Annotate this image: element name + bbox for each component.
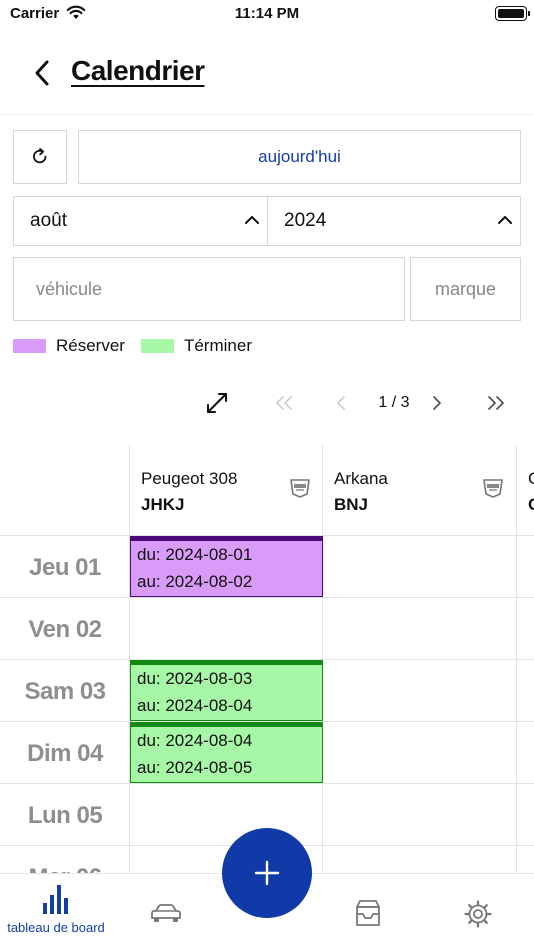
page-indicator: 1 / 3 <box>378 394 410 411</box>
event-start: du: 2024-08-01 <box>137 545 253 564</box>
page-header: Calendrier <box>0 45 534 115</box>
first-page-button[interactable] <box>270 389 298 417</box>
row-divider <box>0 783 534 784</box>
vehicle-model: C <box>528 469 534 489</box>
legend-swatch <box>13 339 46 353</box>
page-title: Calendrier <box>71 55 205 86</box>
add-reservation-button[interactable] <box>222 828 312 918</box>
double-chevron-right-icon <box>488 396 504 410</box>
double-chevron-left-icon <box>276 396 292 410</box>
plus-icon <box>254 860 280 886</box>
vehicle-plate: JHKJ <box>141 495 185 514</box>
event-end: au: 2024-08-05 <box>137 758 253 777</box>
brand-search-input[interactable]: marque <box>410 257 521 321</box>
expand-button[interactable] <box>200 389 234 417</box>
brand-logo-icon <box>483 479 503 498</box>
pager: 1 / 3 <box>0 385 534 419</box>
refresh-button[interactable] <box>13 130 67 184</box>
nav-label-dashboard: tableau de board <box>7 920 105 935</box>
chevron-right-icon <box>433 396 441 410</box>
event-start: du: 2024-08-03 <box>137 669 253 688</box>
today-button[interactable]: aujourd'hui <box>78 130 521 184</box>
event-end: au: 2024-08-04 <box>137 696 253 715</box>
battery-icon <box>495 6 530 21</box>
vehicle-column-header[interactable]: C C <box>517 445 534 535</box>
year-value: 2024 <box>284 210 327 231</box>
vehicle-model: Peugeot 308 <box>141 469 238 488</box>
vehicle-column-header[interactable]: Arkana BNJ <box>323 445 516 535</box>
chevron-left-icon <box>337 396 345 410</box>
month-select[interactable]: août <box>13 196 268 246</box>
row-divider <box>0 597 534 598</box>
gear-icon <box>464 900 492 928</box>
chevron-up-icon <box>245 216 259 224</box>
legend-label: Réserver <box>56 336 125 355</box>
day-label: Sam 03 <box>24 678 106 705</box>
legend-item-terminer: Términer <box>140 336 252 356</box>
day-label: Jeu 01 <box>29 554 101 581</box>
brand-logo-icon <box>290 479 310 498</box>
back-button[interactable] <box>22 53 62 93</box>
car-icon <box>151 904 181 922</box>
chevron-left-icon <box>35 60 49 86</box>
vehicle-plate: BNJ <box>334 495 369 514</box>
reservation-event[interactable]: du: 2024-08-04 au: 2024-08-05 <box>130 722 323 783</box>
day-label: Ven 02 <box>28 616 102 643</box>
reservation-event[interactable]: du: 2024-08-03 au: 2024-08-04 <box>130 660 323 721</box>
vehicle-search-input[interactable]: véhicule <box>13 257 405 321</box>
inbox-icon <box>356 900 380 926</box>
nav-item-vehicles[interactable] <box>113 874 219 950</box>
status-bar: Carrier 11:14 PM <box>0 0 534 30</box>
next-page-button[interactable] <box>426 389 448 417</box>
legend-item-reserver: Réserver <box>13 336 125 356</box>
calendar-grid: Peugeot 308 JHKJ Arkana BNJ C C Jeu 01 V… <box>0 445 534 873</box>
refresh-icon <box>33 148 47 164</box>
prev-page-button[interactable] <box>330 389 352 417</box>
status-time: 11:14 PM <box>234 5 300 22</box>
legend-label: Términer <box>183 336 252 355</box>
nav-item-dashboard[interactable]: tableau de board <box>3 874 109 950</box>
last-page-button[interactable] <box>482 389 510 417</box>
month-value: août <box>30 210 67 231</box>
chevron-up-icon <box>498 216 512 224</box>
expand-icon <box>207 393 227 413</box>
nav-item-inbox[interactable] <box>315 874 421 950</box>
dashboard-icon <box>43 885 68 914</box>
day-label: Lun 05 <box>27 802 103 829</box>
legend: Réserver Términer <box>13 335 268 357</box>
vehicle-column-header[interactable]: Peugeot 308 JHKJ <box>130 445 323 535</box>
legend-swatch <box>140 339 174 353</box>
vehicle-plate: C <box>528 495 534 515</box>
nav-item-settings[interactable] <box>425 874 531 950</box>
reservation-event[interactable]: du: 2024-08-01 au: 2024-08-02 <box>130 536 323 597</box>
day-label: Dim 04 <box>27 740 103 767</box>
event-end: au: 2024-08-02 <box>137 572 253 591</box>
vehicle-model: Arkana <box>334 469 388 488</box>
event-start: du: 2024-08-04 <box>137 731 253 750</box>
day-label: Mar 06 <box>0 864 130 873</box>
year-select[interactable]: 2024 <box>267 196 521 246</box>
